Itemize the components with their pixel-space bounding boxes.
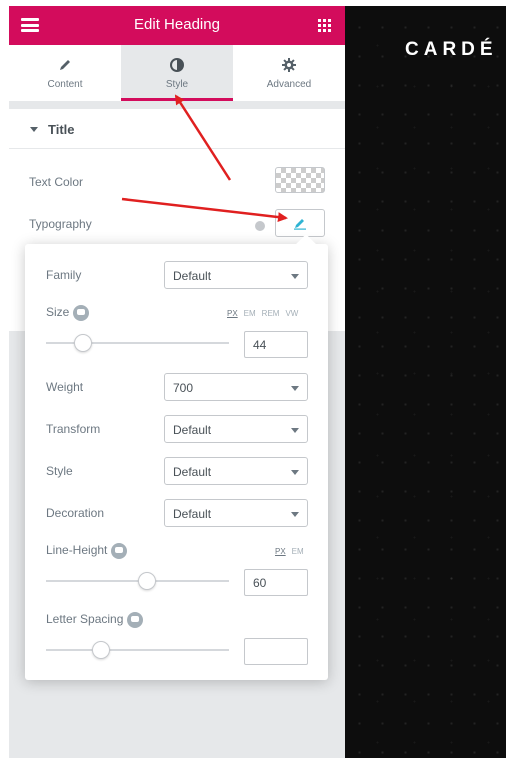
- text-color-picker[interactable]: [275, 167, 325, 193]
- tab-advanced-label: Advanced: [266, 79, 312, 90]
- tab-advanced[interactable]: Advanced: [233, 45, 345, 101]
- size-slider-handle[interactable]: [73, 334, 92, 352]
- reset-icon[interactable]: [255, 221, 265, 231]
- half-circle-icon: [121, 57, 233, 73]
- caret-down-icon: [30, 127, 38, 132]
- tab-style-label: Style: [165, 79, 189, 90]
- caret-down-icon: [291, 386, 299, 391]
- letter-spacing-slider-handle[interactable]: [91, 641, 110, 659]
- size-unit-switcher: PX EM REM VW: [227, 309, 298, 318]
- page-preview: CARDÉ: [345, 6, 506, 758]
- tab-style[interactable]: Style: [121, 45, 233, 101]
- preview-texture: [345, 6, 506, 758]
- size-label-text: Size: [46, 305, 70, 320]
- line-height-unit-em[interactable]: EM: [292, 547, 304, 556]
- active-tab-indicator: [121, 98, 233, 101]
- gear-icon: [233, 57, 345, 73]
- pencil-icon: [294, 219, 306, 230]
- decoration-label: Decoration: [46, 506, 105, 520]
- size-input[interactable]: 44: [244, 331, 308, 358]
- line-height-label: Line-Height: [46, 543, 128, 559]
- section-toggle[interactable]: Title: [9, 109, 345, 149]
- preview-heading[interactable]: CARDÉ: [405, 39, 498, 61]
- transform-value: Default: [173, 423, 212, 437]
- typography-popover: Family Default Size PX EM REM VW 44 Weig…: [25, 234, 328, 680]
- tab-content-label: Content: [47, 79, 83, 90]
- help-icon[interactable]: [73, 305, 90, 321]
- panel-tabs: Content Style Advanced: [9, 45, 345, 101]
- weight-select[interactable]: 700: [164, 373, 308, 401]
- tab-content[interactable]: Content: [9, 45, 121, 101]
- letter-spacing-label-text: Letter Spacing: [46, 612, 124, 627]
- decoration-value: Default: [173, 507, 212, 521]
- panel-title: Edit Heading: [134, 16, 220, 33]
- typography-edit-button[interactable]: [275, 209, 325, 237]
- grid-icon[interactable]: [318, 19, 331, 32]
- decoration-select[interactable]: Default: [164, 499, 308, 527]
- letter-spacing-label: Letter Spacing: [46, 612, 144, 628]
- line-height-slider-handle[interactable]: [137, 572, 156, 590]
- style-value: Default: [173, 465, 212, 479]
- size-slider[interactable]: [46, 334, 229, 352]
- caret-down-icon: [291, 470, 299, 475]
- line-height-unit-px[interactable]: PX: [275, 547, 286, 556]
- transform-select[interactable]: Default: [164, 415, 308, 443]
- line-height-input[interactable]: 60: [244, 569, 308, 596]
- letter-spacing-slider[interactable]: [46, 641, 229, 659]
- weight-value: 700: [173, 381, 194, 395]
- caret-down-icon: [291, 274, 299, 279]
- size-unit-em[interactable]: EM: [244, 309, 256, 318]
- help-icon[interactable]: [111, 543, 128, 559]
- typography-label: Typography: [29, 217, 92, 231]
- style-label: Style: [46, 464, 73, 478]
- help-icon[interactable]: [127, 612, 144, 628]
- letter-spacing-input[interactable]: [244, 638, 308, 665]
- text-color-label: Text Color: [29, 175, 84, 189]
- size-label: Size: [46, 305, 90, 321]
- line-height-slider[interactable]: [46, 572, 229, 590]
- size-unit-vw[interactable]: VW: [285, 309, 298, 318]
- caret-down-icon: [291, 428, 299, 433]
- family-select[interactable]: Default: [164, 261, 308, 289]
- pencil-icon: [9, 57, 121, 73]
- family-label: Family: [46, 268, 82, 282]
- style-select[interactable]: Default: [164, 457, 308, 485]
- family-value: Default: [173, 269, 212, 283]
- transform-label: Transform: [46, 422, 101, 436]
- size-unit-px[interactable]: PX: [227, 309, 238, 318]
- section-title: Title: [48, 122, 75, 137]
- line-height-unit-switcher: PX EM: [275, 547, 304, 556]
- weight-label: Weight: [46, 380, 84, 394]
- size-unit-rem[interactable]: REM: [262, 309, 280, 318]
- panel-header: Edit Heading: [9, 6, 345, 45]
- caret-down-icon: [291, 512, 299, 517]
- line-height-label-text: Line-Height: [46, 543, 108, 558]
